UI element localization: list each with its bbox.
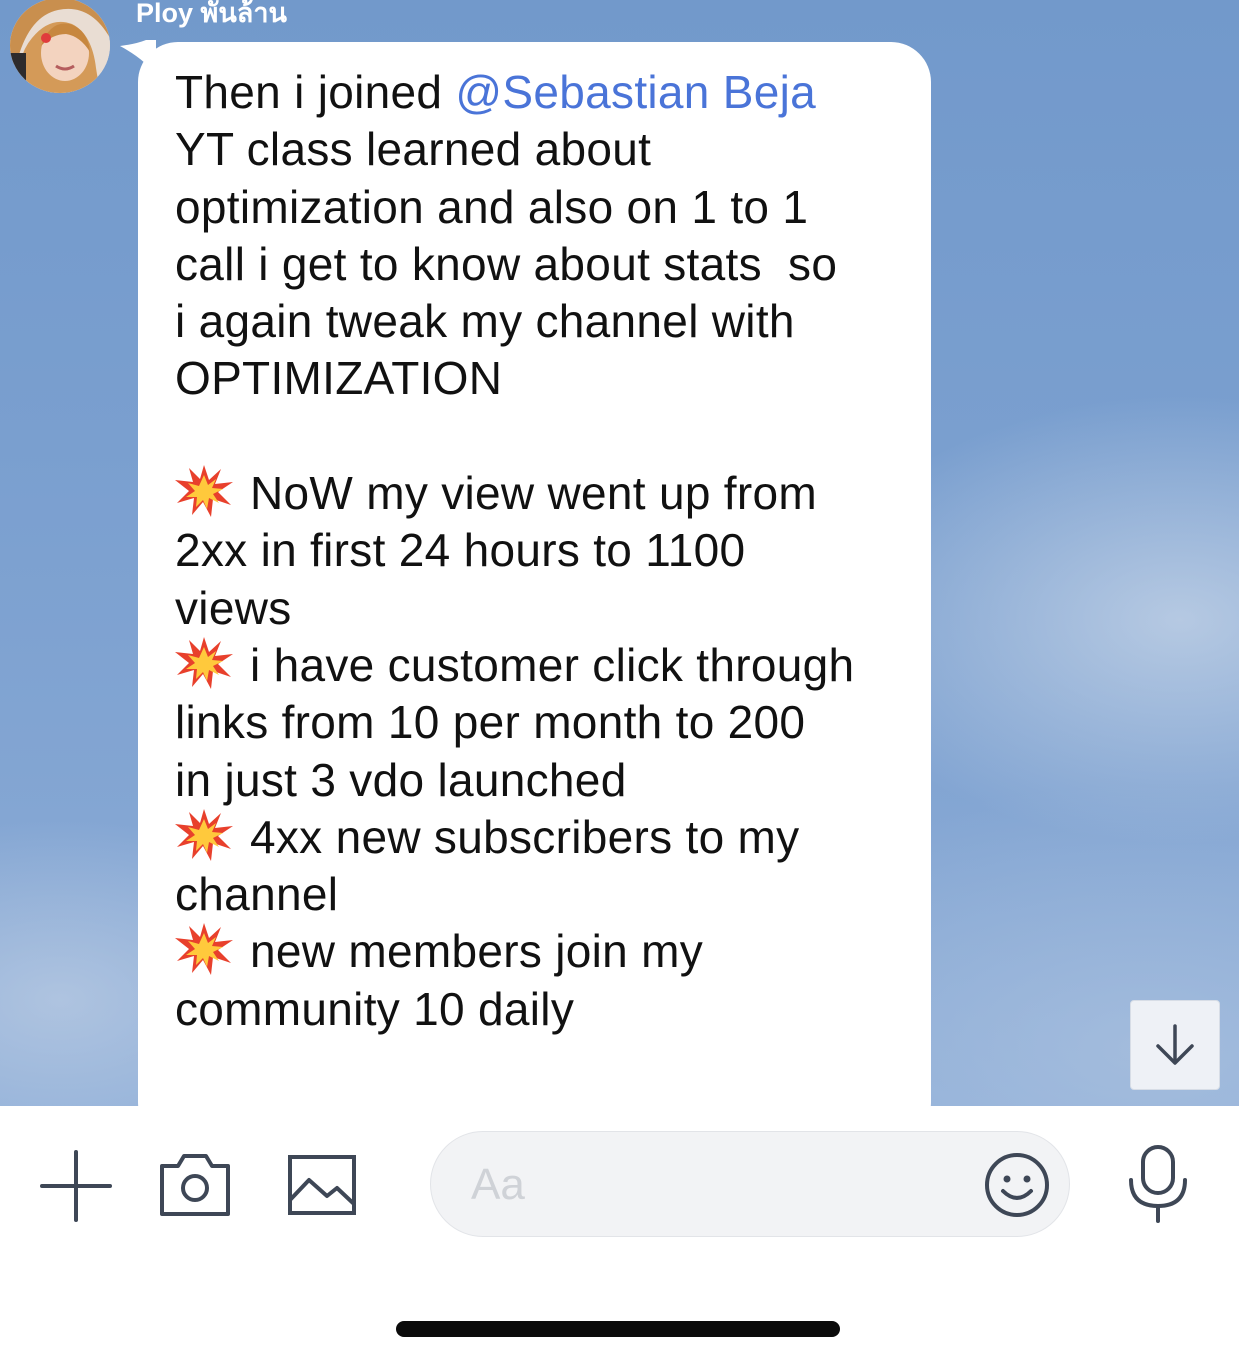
message-text-run: views: [175, 581, 292, 634]
home-indicator: [396, 1321, 840, 1337]
message-line: community 10 daily: [175, 981, 905, 1038]
mention-link[interactable]: @Sebastian Beja: [455, 66, 816, 118]
image-icon[interactable]: [287, 1154, 357, 1216]
message-text-run: YT class learned about: [175, 123, 652, 176]
message-text: Then i joined @Sebastian Beja YT class le…: [175, 64, 905, 1038]
collision-emoji-icon: [175, 808, 233, 861]
collision-emoji-icon: [175, 923, 233, 976]
message-text-run: community 10 daily: [175, 982, 575, 1035]
scroll-to-bottom-button[interactable]: [1130, 1000, 1220, 1090]
message-text-run: in just 3 vdo launched: [175, 753, 627, 806]
microphone-icon[interactable]: [1127, 1144, 1189, 1224]
message-line: i have customer click through: [175, 636, 905, 694]
collision-emoji-icon: [175, 465, 233, 518]
message-text-run: call i get to know about stats so: [175, 237, 838, 290]
message-line: 2xx in first 24 hours to 1100: [175, 522, 905, 579]
message-line: views: [175, 580, 905, 637]
message-text-run: 4xx new subscribers to my: [250, 810, 800, 863]
message-line: OPTIMIZATION: [175, 350, 905, 407]
message-text-run: NoW my view went up from: [250, 467, 817, 520]
message-text-run: i have customer click through: [250, 638, 855, 691]
message-line: in just 3 vdo launched: [175, 752, 905, 809]
plus-icon[interactable]: [40, 1150, 112, 1222]
collision-emoji-icon: [175, 636, 233, 689]
message-line: channel: [175, 866, 905, 923]
message-text-run: 2xx in first 24 hours to 1100: [175, 524, 746, 577]
message-line: optimization and also on 1 to 1: [175, 179, 905, 236]
message-line: i again tweak my channel with: [175, 293, 905, 350]
message-line: new members join my: [175, 923, 905, 980]
sender-name: Ploy พันล้าน: [136, 0, 287, 28]
message-text-run: new members join my: [250, 925, 704, 978]
message-text-run: links from 10 per month to 200: [175, 696, 806, 749]
message-input-field[interactable]: [430, 1131, 1070, 1237]
message-text-run: Then i joined: [175, 66, 456, 118]
arrow-down-icon: [1156, 1024, 1194, 1065]
message-line: 4xx new subscribers to my: [175, 808, 905, 866]
sender-avatar[interactable]: [10, 0, 110, 93]
message-input[interactable]: [469, 1154, 973, 1216]
message-line: links from 10 per month to 200: [175, 694, 905, 751]
message-line: [175, 408, 905, 465]
message-line: YT class learned about: [175, 121, 905, 178]
message-text-run: OPTIMIZATION: [175, 352, 503, 405]
chat-background: Ploy พันล้าน Then i joined @Sebastian Be…: [0, 0, 1239, 1106]
message-text-run: optimization and also on 1 to 1: [175, 180, 809, 233]
emoji-icon[interactable]: [983, 1151, 1051, 1219]
camera-icon[interactable]: [158, 1150, 232, 1218]
message-text-run: channel: [175, 868, 339, 921]
message-line: NoW my view went up from: [175, 465, 905, 522]
message-line: Then i joined @Sebastian Beja: [175, 64, 905, 121]
message-line: call i get to know about stats so: [175, 236, 905, 293]
avatar-photo: [10, 0, 110, 93]
message-text-run: i again tweak my channel with: [175, 295, 795, 348]
